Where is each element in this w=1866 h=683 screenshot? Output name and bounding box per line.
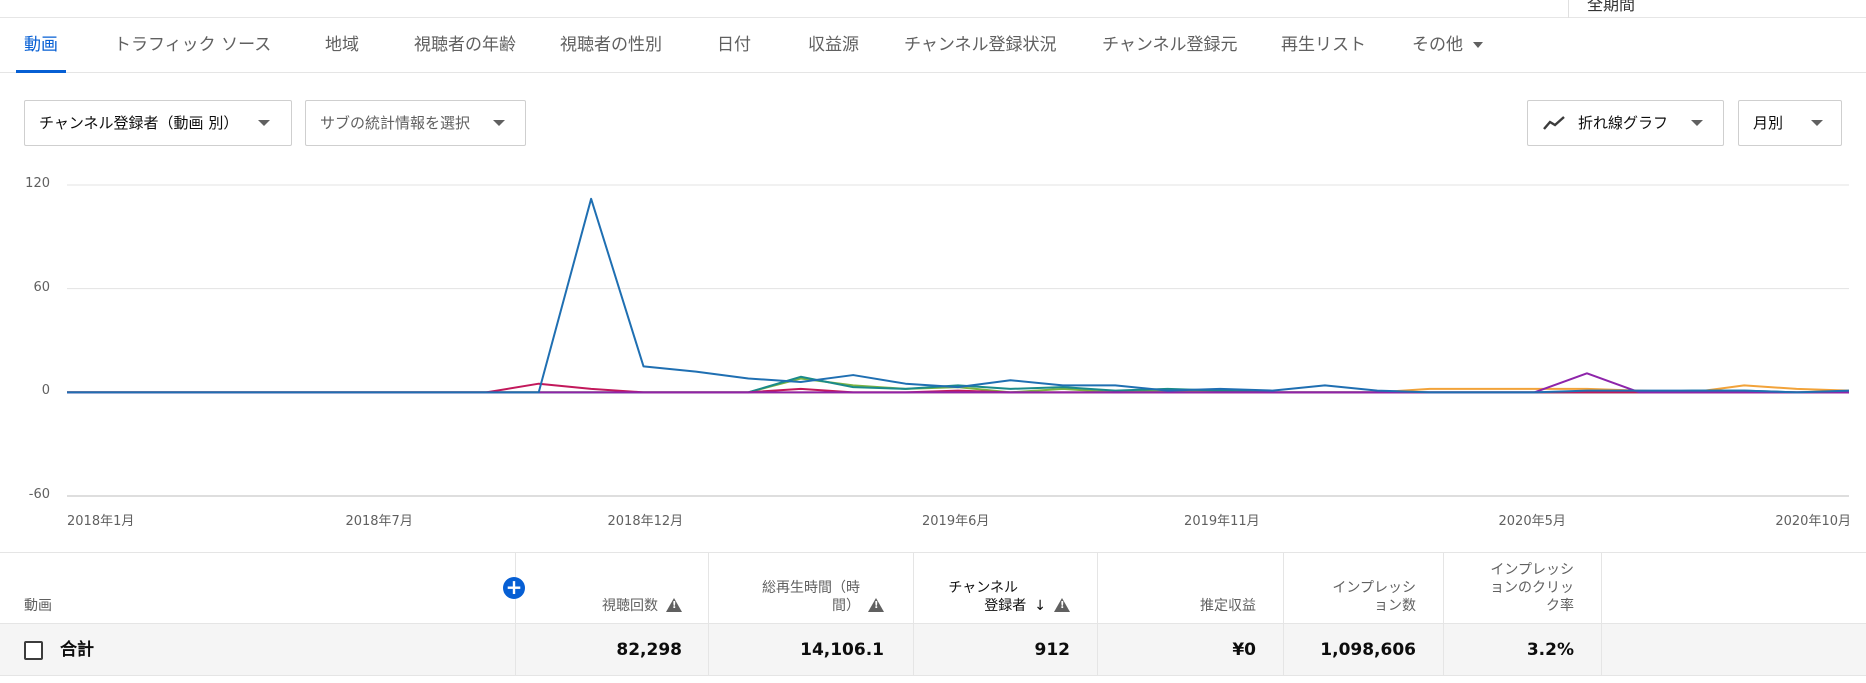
column-header-ctr-line2: ョンのクリッ — [1490, 580, 1574, 596]
column-header-ctr-line1: インプレッシ — [1490, 562, 1574, 578]
total-revenue: ¥0 — [1232, 640, 1256, 660]
column-divider — [1283, 624, 1284, 676]
x-tick-label: 2018年7月 — [345, 514, 413, 529]
total-impressions: 1,098,606 — [1320, 640, 1416, 660]
warning-icon — [666, 598, 682, 612]
column-header-watch-time-line2: 間） — [720, 597, 884, 615]
x-tick-label: 2019年11月 — [1184, 514, 1260, 529]
add-metric-button[interactable]: + — [503, 577, 525, 599]
column-divider — [913, 553, 914, 625]
column-header-views[interactable]: 視聴回数 — [540, 597, 682, 615]
sort-down-arrow-icon: ↓ — [1034, 598, 1046, 614]
column-divider — [1601, 624, 1602, 676]
x-tick-label: 2020年5月 — [1498, 514, 1566, 529]
table-header: 動画 視聴回数 総再生時間（時 間） チャンネル 登録者↓ 推定収益 インプレッ… — [0, 552, 1866, 625]
column-divider — [913, 624, 914, 676]
column-header-ctr[interactable]: インプレッシ ョンのクリッ ク率 — [1460, 561, 1574, 615]
total-subscribers: 912 — [1034, 640, 1071, 660]
column-header-watch-time-line1: 総再生時間（時 — [762, 580, 860, 596]
y-tick-label: -60 — [28, 487, 50, 502]
column-header-subscribers[interactable]: チャンネル 登録者 ↓ — [930, 579, 1070, 615]
warning-icon — [1054, 598, 1070, 612]
column-divider — [515, 624, 516, 676]
warning-icon — [868, 598, 884, 612]
column-header-subscribers-line2: 登録者 ↓ — [930, 597, 1070, 615]
column-divider — [708, 624, 709, 676]
column-divider — [1443, 553, 1444, 625]
column-divider — [1097, 553, 1098, 625]
table-row-total: 合計 82,298 14,106.1 912 ¥0 1,098,606 3.2% — [0, 624, 1866, 676]
column-divider — [1283, 553, 1284, 625]
column-header-ctr-line3: ク率 — [1546, 598, 1574, 614]
column-header-views-label: 視聴回数 — [602, 598, 658, 614]
column-divider — [1097, 624, 1098, 676]
total-watch-time: 14,106.1 — [800, 640, 884, 660]
x-tick-label: 2020年10月 — [1775, 514, 1851, 529]
x-tick-label: 2019年6月 — [922, 514, 990, 529]
total-ctr: 3.2% — [1526, 640, 1574, 660]
column-divider — [1601, 553, 1602, 625]
x-tick-label: 2018年12月 — [607, 514, 684, 529]
column-header-subscribers-line1: チャンネル — [948, 580, 1018, 596]
column-divider — [1443, 624, 1444, 676]
total-views: 82,298 — [616, 640, 682, 660]
column-header-impressions-line1: インプレッシ — [1332, 580, 1416, 596]
y-tick-label: 60 — [33, 279, 50, 295]
x-tick-label: 2018年1月 — [67, 514, 135, 529]
y-tick-label: 120 — [25, 176, 50, 191]
column-header-revenue[interactable]: 推定収益 — [1150, 597, 1256, 615]
column-header-video[interactable]: 動画 — [24, 597, 52, 615]
column-header-impressions-line2: ョン数 — [1374, 598, 1416, 614]
y-tick-label: 0 — [41, 383, 50, 399]
total-label: 合計 — [60, 640, 94, 660]
total-row-checkbox[interactable] — [24, 641, 43, 660]
column-divider — [708, 553, 709, 625]
series-line-5[interactable] — [67, 197, 1850, 394]
column-header-watch-time[interactable]: 総再生時間（時 間） — [720, 579, 884, 615]
column-header-impressions[interactable]: インプレッシ ョン数 — [1300, 579, 1416, 615]
